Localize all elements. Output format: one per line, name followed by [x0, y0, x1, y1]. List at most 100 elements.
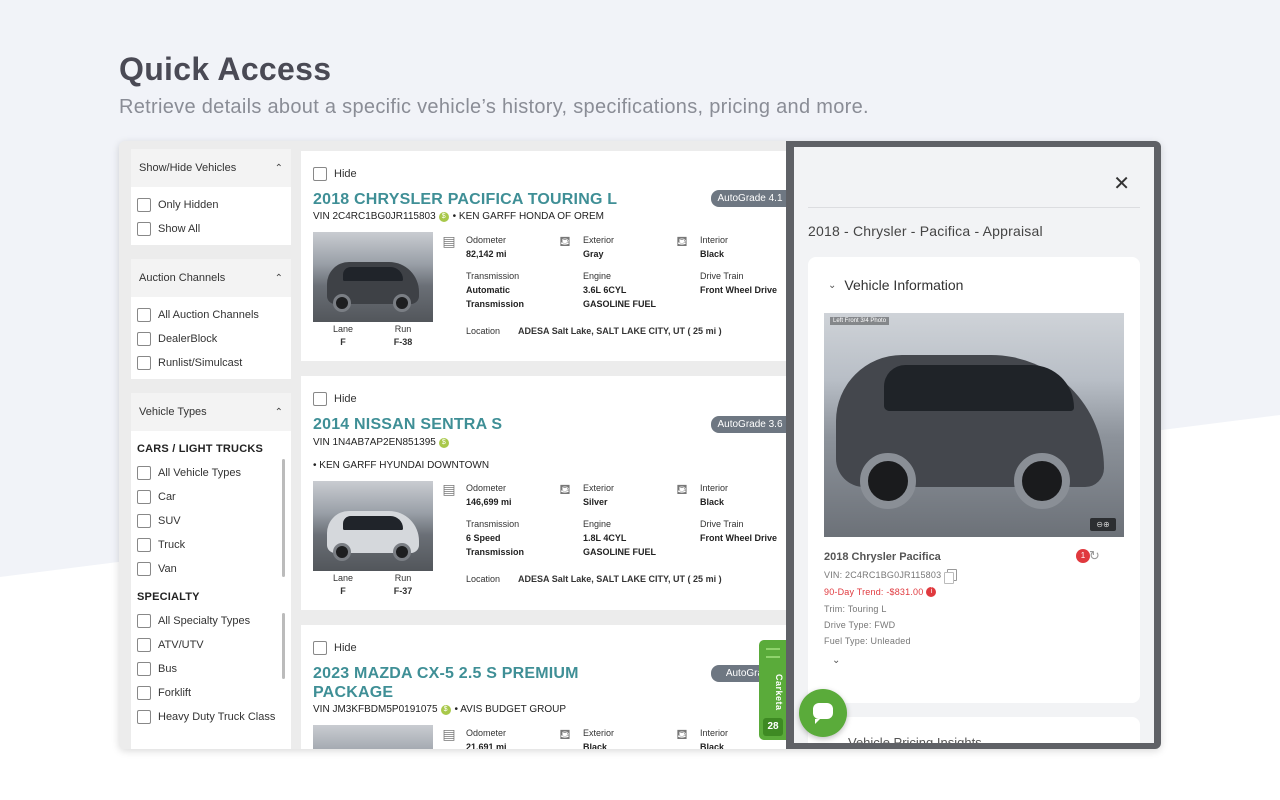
option-truck[interactable]: Truck	[137, 533, 285, 557]
price-icon[interactable]: $	[440, 704, 451, 715]
paint-bucket-icon: ⛾	[559, 481, 571, 497]
option-dealerblock[interactable]: DealerBlock	[137, 327, 285, 351]
filter-header-channels[interactable]: Auction Channels ⌃	[131, 259, 291, 297]
option-bus[interactable]: Bus	[137, 657, 285, 681]
vin-text: VIN 1N4AB7AP2EN851395	[313, 437, 436, 448]
spec-odometer: Odometer 21,691 mi	[466, 728, 507, 749]
copy-icon[interactable]	[944, 569, 958, 584]
lane-value: F	[340, 586, 346, 596]
checkbox[interactable]	[137, 222, 151, 236]
run-value: F-37	[393, 586, 413, 596]
option-heavy-duty[interactable]: Heavy Duty Truck Class	[137, 705, 285, 729]
hide-toggle[interactable]: Hide	[313, 641, 357, 655]
checkbox[interactable]	[313, 641, 327, 655]
option-van[interactable]: Van	[137, 557, 285, 581]
scrollbar[interactable]	[282, 459, 285, 577]
vehicle-thumbnail[interactable]	[313, 232, 433, 322]
spec-interior: Interior Black	[700, 483, 729, 507]
checkbox[interactable]	[137, 614, 151, 628]
filter-header-types[interactable]: Vehicle Types ⌃	[131, 393, 291, 431]
section-title: Vehicle Pricing Insights	[848, 735, 982, 743]
checkbox[interactable]	[137, 308, 151, 322]
autograde-badge[interactable]: AutoGrade 3.6	[711, 416, 789, 433]
chevron-up-icon[interactable]: ⌃	[275, 407, 283, 418]
option-only-hidden[interactable]: Only Hidden	[137, 193, 285, 217]
vehicle-title[interactable]: 2023 MAZDA CX-5 2.5 S PREMIUM	[313, 665, 579, 683]
vehicle-thumbnail[interactable]	[313, 725, 433, 749]
hide-label: Hide	[334, 393, 357, 405]
vehicle-info-card: ⌄ Vehicle Information Left Front 3/4 Phot…	[808, 257, 1140, 703]
checkbox[interactable]	[137, 686, 151, 700]
vin-text: VIN 2C4RC1BG0JR115803	[313, 211, 436, 222]
option-label: Van	[158, 563, 177, 575]
info-icon[interactable]: i	[926, 587, 937, 597]
pricing-insights-card[interactable]: Vehicle Pricing Insights	[808, 717, 1140, 743]
autograde-badge[interactable]: AutoGrade 4.1	[711, 190, 789, 207]
checkbox[interactable]	[137, 638, 151, 652]
vehicle-name: 2018 Chrysler Pacifica	[824, 551, 941, 563]
checkbox[interactable]	[137, 710, 151, 724]
lane-value: F	[340, 337, 346, 347]
option-label: Forklift	[158, 687, 191, 699]
checkbox[interactable]	[137, 356, 151, 370]
checkbox[interactable]	[137, 662, 151, 676]
chevron-down-icon[interactable]: ⌄	[828, 280, 836, 291]
hide-toggle[interactable]: Hide	[313, 392, 357, 406]
option-suv[interactable]: SUV	[137, 509, 285, 533]
checkbox[interactable]	[137, 198, 151, 212]
scrollbar[interactable]	[282, 613, 285, 679]
refresh-icon[interactable]: ↻	[1089, 548, 1100, 564]
filter-header-show-hide[interactable]: Show/Hide Vehicles ⌃	[131, 149, 291, 187]
option-runlist[interactable]: Runlist/Simulcast	[137, 351, 285, 375]
close-icon[interactable]: ✕	[1113, 171, 1130, 196]
vin-row: VIN: 2C4RC1BG0JR115803	[824, 569, 958, 584]
vin-row: VIN 2C4RC1BG0JR115803 $ • KEN GARFF HONDA …	[313, 211, 604, 222]
drag-handle-icon[interactable]	[766, 648, 780, 658]
checkbox[interactable]	[137, 538, 151, 552]
run-label: Run	[394, 324, 412, 334]
checkbox[interactable]	[137, 514, 151, 528]
checkbox[interactable]	[137, 466, 151, 480]
section-title: Vehicle Information	[844, 277, 964, 293]
vehicle-title[interactable]: 2018 CHRYSLER PACIFICA TOURING L	[313, 191, 617, 209]
chat-button[interactable]	[799, 689, 847, 737]
option-all-specialty[interactable]: All Specialty Types	[137, 609, 285, 633]
option-car[interactable]: Car	[137, 485, 285, 509]
price-icon[interactable]: $	[438, 211, 449, 222]
option-show-all[interactable]: Show All	[137, 217, 285, 241]
vehicle-listing[interactable]: Hide 2023 MAZDA CX-5 2.5 S PREMIUM PACKA…	[301, 625, 789, 749]
carketa-tab[interactable]: Carketa 28	[759, 640, 787, 740]
photo-tag: Left Front 3/4 Photo	[830, 317, 890, 325]
option-label: Runlist/Simulcast	[158, 357, 243, 369]
chevron-up-icon[interactable]: ⌃	[275, 163, 283, 174]
fuel-type-text: Fuel Type: Unleaded	[824, 636, 911, 646]
option-atv[interactable]: ATV/UTV	[137, 633, 285, 657]
drive-type-text: Drive Type: FWD	[824, 620, 896, 630]
vehicle-listing[interactable]: Hide 2018 CHRYSLER PACIFICA TOURING L VI…	[301, 151, 789, 361]
vehicle-photo[interactable]: Left Front 3/4 Photo ⊖⊕	[824, 313, 1124, 537]
vehicle-title[interactable]: 2014 NISSAN SENTRA S	[313, 416, 502, 434]
chevron-down-icon[interactable]: ⌄	[832, 655, 840, 666]
checkbox[interactable]	[137, 490, 151, 504]
hide-toggle[interactable]: Hide	[313, 167, 357, 181]
checkbox[interactable]	[137, 332, 151, 346]
vehicle-info-header[interactable]: ⌄ Vehicle Information	[828, 277, 963, 293]
option-forklift[interactable]: Forklift	[137, 681, 285, 705]
section-specialty: SPECIALTY	[137, 591, 200, 603]
option-label: Show All	[158, 223, 201, 235]
checkbox[interactable]	[313, 167, 327, 181]
checkbox[interactable]	[313, 392, 327, 406]
carketa-label: Carketa	[774, 673, 784, 711]
option-all-vehicle-types[interactable]: All Vehicle Types	[137, 461, 285, 485]
option-all-channels[interactable]: All Auction Channels	[137, 303, 285, 327]
seller-name: • AVIS BUDGET GROUP	[454, 704, 567, 715]
panel-title: 2018 - Chrysler - Pacifica - Appraisal	[808, 223, 1043, 239]
chevron-up-icon[interactable]: ⌃	[275, 273, 283, 284]
price-icon[interactable]: $	[438, 437, 449, 448]
vehicle-listing[interactable]: Hide 2014 NISSAN SENTRA S VIN 1N4AB7AP2E…	[301, 376, 789, 610]
vehicle-thumbnail[interactable]	[313, 481, 433, 571]
zoom-icon[interactable]: ⊖⊕	[1090, 518, 1116, 531]
checkbox[interactable]	[137, 562, 151, 576]
vehicle-title-line2[interactable]: PACKAGE	[313, 684, 393, 702]
seller-name: • KEN GARFF HYUNDAI DOWNTOWN	[313, 460, 490, 471]
